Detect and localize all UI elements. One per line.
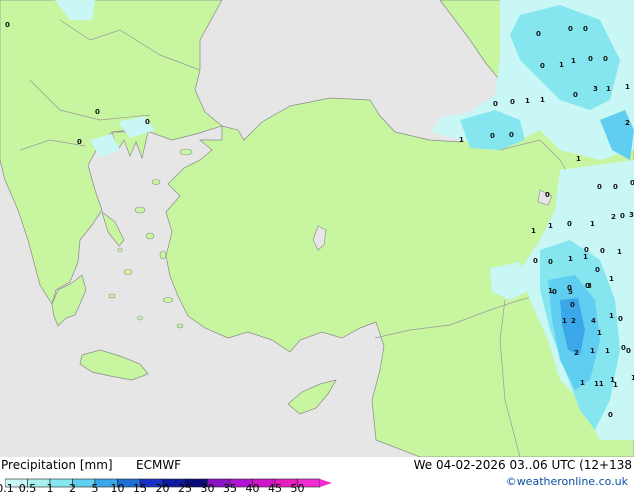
precipitation-value-label: 0 (595, 266, 600, 274)
precipitation-value-label: 1 (583, 253, 588, 261)
precipitation-value-label: 1 (531, 227, 536, 235)
weather-map-window: 0000001100100011031200100100020311010001… (0, 0, 634, 495)
precipitation-value-label: 0 (583, 25, 588, 33)
model-name: ECMWF (136, 458, 182, 472)
precipitation-value-label: 1 (590, 347, 595, 355)
precipitation-value-label: 1 (597, 329, 602, 337)
legend-tick-label: 5 (91, 482, 99, 495)
precipitation-value-label: 1 (559, 61, 564, 69)
precipitation-value-label: 0 (630, 179, 634, 187)
precipitation-value-label: 0 (613, 183, 618, 191)
precipitation-value-label: 1 (576, 155, 581, 163)
precipitation-value-label: 0 (536, 30, 541, 38)
precipitation-value-label: 2 (611, 213, 616, 221)
precipitation-value-label: 1 (580, 379, 585, 387)
precipitation-value-label: 1 (548, 222, 553, 230)
precipitation-value-label: 0 (552, 288, 557, 296)
legend-tick-label: 10 (110, 482, 125, 495)
credit-link[interactable]: ©weatheronline.co.uk (506, 475, 628, 489)
map-title: Precipitation [mm] (1, 458, 113, 472)
precipitation-value-label: 1 (625, 83, 630, 91)
legend-color-bar (4, 478, 332, 488)
precipitation-value-label: 0 (618, 315, 623, 323)
precipitation-value-label: 0 (597, 183, 602, 191)
precipitation-value-label: 0 (533, 257, 538, 265)
precipitation-value-label: 0 (510, 98, 515, 106)
legend-tick-label: 35 (223, 482, 237, 495)
precipitation-value-label: 0 (603, 55, 608, 63)
precipitation-value-label: 0 (568, 25, 573, 33)
legend-arrow (320, 479, 332, 487)
legend-tick-label: 15 (133, 482, 147, 495)
precipitation-value-label: 0 (490, 132, 495, 140)
legend-tick-label: 0.1 (0, 482, 14, 495)
precipitation-value-label: 1 (459, 136, 464, 144)
precipitation-value-label: 0 (548, 258, 553, 266)
precipitation-value-label: 4 (591, 317, 596, 325)
precipitation-map (0, 0, 634, 457)
precipitation-value-label: 0 (545, 191, 550, 199)
precipitation-value-label: 2 (625, 119, 630, 127)
precipitation-value-label: 1 (568, 255, 573, 263)
precipitation-value-label: 0 (493, 100, 498, 108)
precipitation-value-label: 0 (573, 91, 578, 99)
legend-tick-label: 40 (245, 482, 260, 495)
precipitation-value-label: 1 (609, 275, 614, 283)
precipitation-value-label: 3 (593, 85, 598, 93)
legend-tick-label: 50 (290, 482, 305, 495)
precipitation-value-label: 11 (594, 380, 604, 388)
precipitation-value-label: 0 (509, 131, 514, 139)
precipitation-value-label: 1 (540, 96, 545, 104)
legend-tick-label: 1 (46, 482, 54, 495)
precipitation-value-label: 0 (626, 347, 631, 355)
legend-tick-label: 20 (155, 482, 170, 495)
precipitation-value-label: 1 (606, 85, 611, 93)
precipitation-value-label: 0 (5, 21, 10, 29)
precipitation-value-label: 1 (617, 248, 622, 256)
legend-tick-label: 2 (69, 482, 76, 495)
precipitation-value-label: 0 (620, 212, 625, 220)
precipitation-value-label: 2 (574, 349, 579, 357)
precipitation-value-label: 1 (562, 317, 567, 325)
precipitation-value-label: 1 (613, 381, 618, 389)
precipitation-value-label: 5 (568, 288, 573, 296)
precipitation-value-label: 0 (77, 138, 82, 146)
precipitation-value-label: 0 (540, 62, 545, 70)
legend-tick-label: 0.5 (18, 482, 37, 495)
precipitation-value-label: 0 (567, 220, 572, 228)
precipitation-value-label: 0 (588, 55, 593, 63)
legend-tick-label: 25 (178, 482, 192, 495)
precipitation-value-label: 1 (605, 347, 610, 355)
precipitation-value-label: 0 (95, 108, 100, 116)
valid-time: We 04-02-2026 03..06 UTC (12+138 (413, 458, 632, 472)
precipitation-value-label: 1 (525, 97, 530, 105)
legend-tick-label: 30 (200, 482, 215, 495)
precipitation-value-label: 3 (587, 282, 592, 290)
precipitation-value-label: 3 (629, 211, 634, 219)
precipitation-value-label: 0 (570, 301, 575, 309)
precipitation-legend: 0.10.5125101520253035404550 (0, 473, 335, 495)
precipitation-value-label: 0 (608, 411, 613, 419)
precipitation-value-label: 0 (600, 247, 605, 255)
precipitation-value-label: 2 (571, 317, 576, 325)
legend-tick-label: 45 (268, 482, 282, 495)
precipitation-value-label: 1 (609, 312, 614, 320)
map-footer: Precipitation [mm] ECMWF We 04-02-2026 0… (0, 457, 634, 495)
precipitation-value-label: 1 (571, 57, 576, 65)
precipitation-value-label: 1 (590, 220, 595, 228)
precipitation-value-label: 0 (145, 118, 150, 126)
